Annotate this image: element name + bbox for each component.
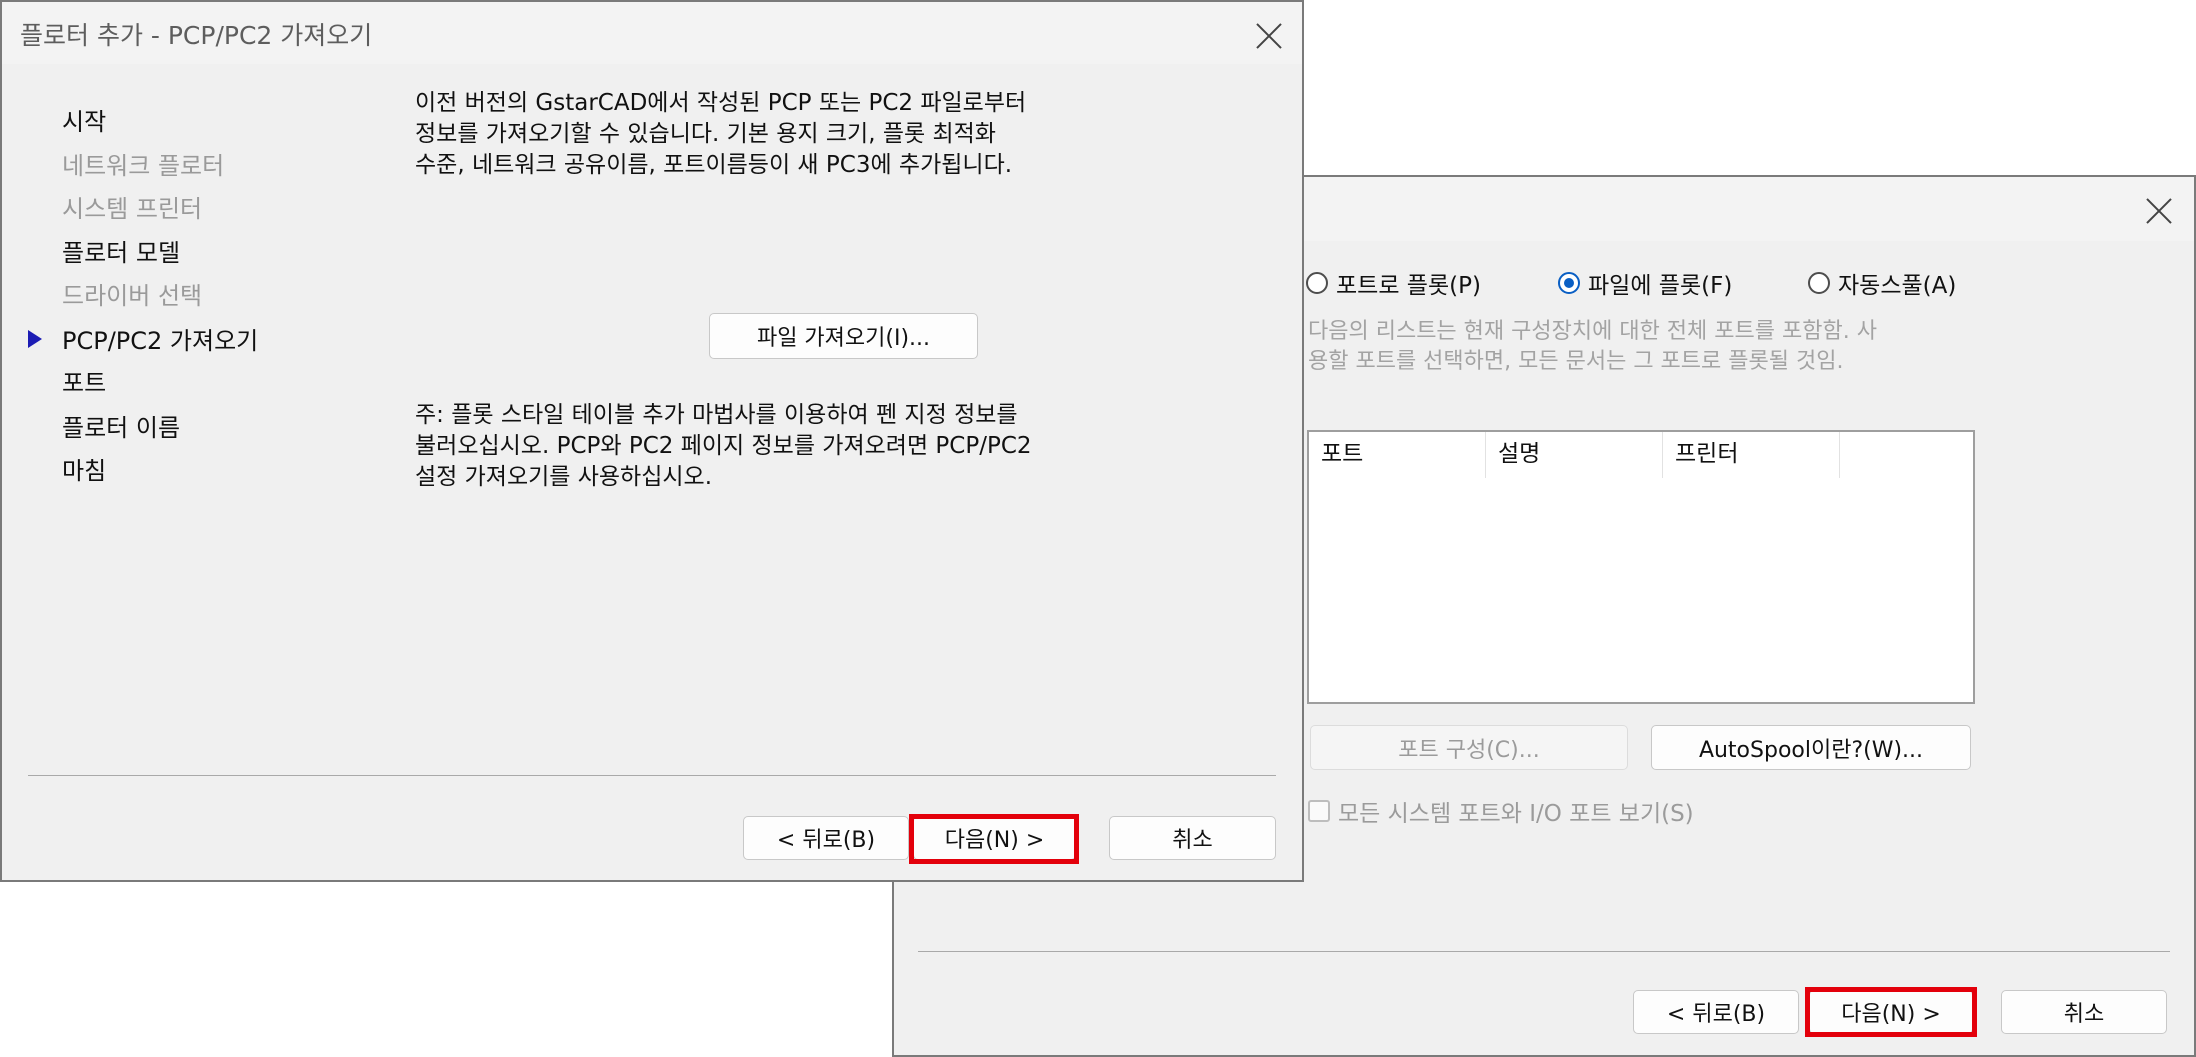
note-text: 주: 플롯 스타일 테이블 추가 마법사를 이용하여 펜 지정 정보를 불러오십… [415,402,1032,490]
step-arrow-icon [28,330,42,348]
close-icon[interactable] [1252,19,1286,53]
step-port: 포트 [62,363,106,398]
column-header-printer[interactable]: 프린터 [1663,432,1840,478]
cancel-button[interactable]: 취소 [1109,816,1276,860]
step-label: 시스템 프린터 [62,195,203,223]
next-button[interactable]: 다음(N) > [1809,990,1973,1034]
step-plotter-name: 플로터 이름 [62,408,180,443]
import-file-button[interactable]: 파일 가져오기(I)... [709,313,978,359]
radio-plot-to-file[interactable]: 파일에 플롯(F) [1558,266,1732,300]
back-button[interactable]: < 뒤로(B) [1633,990,1799,1034]
step-label: 드라이버 선택 [62,282,203,310]
column-header-port[interactable]: 포트 [1309,432,1486,478]
step-label: 플로터 모델 [62,239,181,267]
step-plotter-model: 플로터 모델 [62,233,180,268]
radio-label: 포트로 플롯(P) [1336,273,1481,299]
step-finish: 마침 [62,451,106,486]
radio-autospool[interactable]: 자동스풀(A) [1808,266,1956,300]
radio-label: 자동스풀(A) [1838,273,1957,299]
radio-plot-to-port[interactable]: 포트로 플롯(P) [1306,266,1481,300]
radio-circle [1808,272,1830,294]
radio-circle-selected [1558,272,1580,294]
intro-text: 이전 버전의 GstarCAD에서 작성된 PCP 또는 PC2 파일로부터 정… [415,90,1027,178]
cancel-button[interactable]: 취소 [2001,990,2167,1034]
pcp-import-dialog: 플로터 추가 - PCP/PC2 가져오기 시작 네트워크 플로터 시스템 프린… [0,0,1304,882]
radio-label: 파일에 플롯(F) [1588,273,1733,299]
ports-info-text: 다음의 리스트는 현재 구성장치에 대한 전체 포트를 포함함. 사 용할 포트… [1308,319,1877,374]
column-header-description[interactable]: 설명 [1486,432,1663,478]
close-icon[interactable] [2142,194,2176,228]
step-network-plotter: 네트워크 플로터 [62,146,224,181]
back-button[interactable]: < 뒤로(B) [743,816,909,860]
column-header-blank[interactable] [1840,432,1973,478]
next-button[interactable]: 다음(N) > [913,816,1076,860]
checkbox-box [1308,800,1330,822]
step-pcp-import: PCP/PC2 가져오기 [28,321,259,356]
step-label: 플로터 이름 [62,414,181,442]
step-label: 마침 [62,457,107,485]
autospool-help-button[interactable]: AutoSpool이란?(W)... [1651,725,1971,770]
checkbox-label: 모든 시스템 포트와 I/O 포트 보기(S) [1338,801,1694,827]
footer-separator [918,951,2170,952]
step-start: 시작 [62,102,106,137]
footer-separator [28,775,1276,776]
step-label: PCP/PC2 가져오기 [62,327,259,355]
window-title: 플로터 추가 - PCP/PC2 가져오기 [20,21,373,50]
step-system-printer: 시스템 프린터 [62,189,202,224]
ports-list-header: 포트 설명 프린터 [1309,432,1973,478]
step-label: 시작 [62,108,107,136]
radio-circle [1306,272,1328,294]
configure-port-button[interactable]: 포트 구성(C)... [1310,725,1628,770]
titlebar: 플로터 추가 - PCP/PC2 가져오기 [2,2,1302,64]
ports-list[interactable]: 포트 설명 프린터 [1307,430,1975,704]
step-driver-select: 드라이버 선택 [62,276,202,311]
show-all-ports-checkbox[interactable]: 모든 시스템 포트와 I/O 포트 보기(S) [1308,794,1694,828]
step-label: 네트워크 플로터 [62,152,225,180]
step-label: 포트 [62,369,107,397]
